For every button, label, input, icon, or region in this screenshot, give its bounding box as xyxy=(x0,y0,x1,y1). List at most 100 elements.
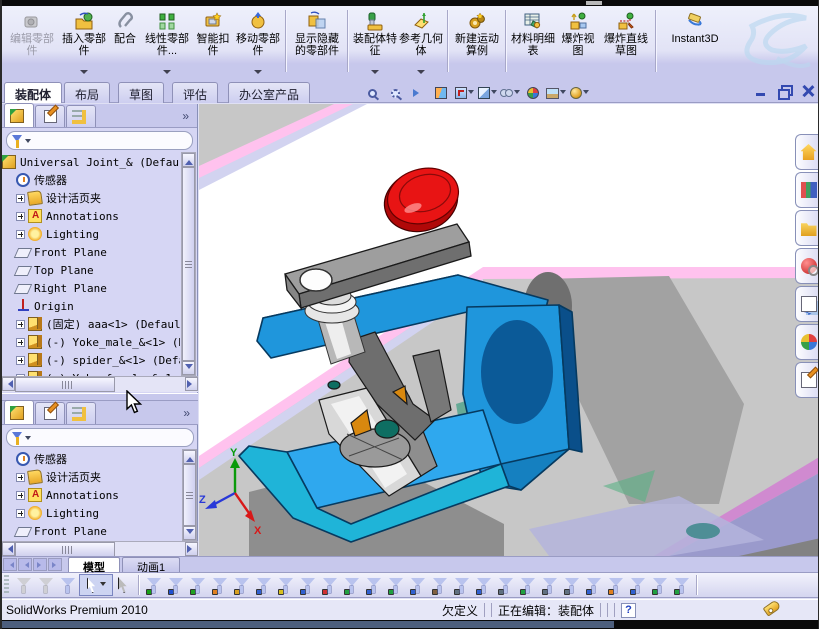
restore-button[interactable] xyxy=(778,85,793,100)
tree-item[interactable]: Lighting xyxy=(2,225,180,243)
expand-plus-box[interactable] xyxy=(16,319,25,329)
first-tab-button[interactable] xyxy=(3,558,17,571)
tab-evaluate[interactable]: 评估 xyxy=(172,82,219,103)
bill-of-materials-button[interactable]: 材料明细表 xyxy=(510,8,556,72)
instant3d-button[interactable]: Instant3D xyxy=(660,8,730,72)
scroll-left-arrow[interactable] xyxy=(2,542,15,556)
filter-sketches-icon[interactable] xyxy=(319,574,341,596)
new-motion-study-button[interactable]: 新建运动算例 xyxy=(452,8,502,72)
scroll-left-arrow[interactable] xyxy=(2,377,15,391)
tab-animation1[interactable]: 动画1 xyxy=(122,557,181,574)
previous-view-icon[interactable] xyxy=(408,84,428,102)
toggle-selection-filters-icon[interactable] xyxy=(57,574,79,596)
tab-featuremanager-2[interactable] xyxy=(4,400,34,424)
tree-horizontal-scrollbar[interactable] xyxy=(2,376,198,392)
file-explorer-icon[interactable] xyxy=(795,210,818,246)
assembly-features-button[interactable]: 装配体特征 xyxy=(352,8,398,74)
show-hidden-components-button[interactable]: 显示隐藏的零部件 xyxy=(290,8,344,72)
tree-item[interactable]: (固定) aaa<1> (Default xyxy=(2,315,180,333)
scroll-up-arrow[interactable] xyxy=(183,450,196,464)
clear-all-filters-icon[interactable] xyxy=(35,574,57,596)
tree-item[interactable]: Annotations xyxy=(2,207,180,225)
filter-axes-icon[interactable] xyxy=(253,574,275,596)
reference-geometry-button[interactable]: 参考几何体 xyxy=(398,8,444,74)
tree-item[interactable]: Front Plane xyxy=(2,243,180,261)
scroll-down-arrow[interactable] xyxy=(182,361,195,375)
next-tab-button[interactable] xyxy=(33,558,47,571)
expand-plus-box[interactable] xyxy=(16,337,25,347)
smart-fasteners-button[interactable]: 智能扣件 xyxy=(192,8,234,72)
tree-item[interactable]: Right Plane xyxy=(2,279,180,297)
filter-surface-finish-symbols-icon[interactable] xyxy=(451,574,473,596)
tree-item[interactable]: 设计活页夹 xyxy=(2,468,180,486)
tab-propertymanager-2[interactable] xyxy=(35,402,65,424)
edit-appearance-icon[interactable] xyxy=(523,84,543,102)
filter-cosmetic-threads-icon[interactable] xyxy=(583,574,605,596)
tree-item[interactable]: Origin xyxy=(2,297,180,315)
tab-office-products[interactable]: 办公室产品 xyxy=(228,82,311,103)
move-component-button[interactable]: 移动零部件 xyxy=(234,8,282,74)
filter-centerlines-icon[interactable] xyxy=(407,574,429,596)
filter-solid-bodies-icon[interactable] xyxy=(231,574,253,596)
tree-item[interactable]: Lighting xyxy=(2,504,180,522)
panel-expand-chevron-2[interactable]: » xyxy=(183,406,190,420)
expand-plus-box[interactable] xyxy=(16,472,25,482)
filter-datum-targets-icon[interactable] xyxy=(561,574,583,596)
filter-midpoints-icon[interactable] xyxy=(363,574,385,596)
filter-center-marks-icon[interactable] xyxy=(385,574,407,596)
tab-propertymanager[interactable] xyxy=(35,105,65,127)
filter-dropdown-icon[interactable] xyxy=(25,138,31,146)
tab-configurationmanager[interactable] xyxy=(66,105,96,127)
explode-line-sketch-button[interactable]: 爆炸直线草图 xyxy=(600,8,652,72)
tree-item[interactable]: (-) Yoke_male_&<1> (De xyxy=(2,333,180,351)
tree-filter-input-2[interactable] xyxy=(6,428,194,447)
filter-blocks-icon[interactable] xyxy=(605,574,627,596)
linear-component-pattern-button[interactable]: 线性零部件... xyxy=(142,8,192,74)
filter-planes-icon[interactable] xyxy=(275,574,297,596)
tree-item[interactable]: 传感器 xyxy=(2,450,180,468)
tab-layout[interactable]: 布局 xyxy=(64,82,111,103)
prev-tab-button[interactable] xyxy=(18,558,32,571)
tab-model[interactable]: 模型 xyxy=(68,557,120,574)
filter-vertices-icon[interactable] xyxy=(143,574,165,596)
magnified-selection-icon[interactable] xyxy=(113,574,135,596)
filter-geometric-tolerances-icon[interactable] xyxy=(473,574,495,596)
reference-geometry-dropdown[interactable] xyxy=(417,70,425,78)
tree2-horizontal-scrollbar[interactable] xyxy=(2,541,198,557)
edit-component-button[interactable]: 编辑零部件 xyxy=(4,8,60,72)
tree-item[interactable]: (-) spider_&<1> (Defau xyxy=(2,351,180,369)
scroll-up-arrow[interactable] xyxy=(182,153,195,167)
linear-pattern-dropdown[interactable] xyxy=(163,70,171,78)
last-tab-button[interactable] xyxy=(48,558,62,571)
scroll-thumb[interactable] xyxy=(15,542,115,557)
tag-icon[interactable] xyxy=(762,599,782,617)
assembly-features-dropdown[interactable] xyxy=(371,70,379,78)
expand-plus-box[interactable] xyxy=(16,355,25,365)
appearances-scenes-icon[interactable] xyxy=(795,324,818,360)
filter-weld-symbols-icon[interactable] xyxy=(539,574,561,596)
scroll-thumb[interactable] xyxy=(182,167,195,361)
tree-item[interactable]: Front Plane xyxy=(2,522,180,540)
tab-configurationmanager-2[interactable] xyxy=(66,402,96,424)
tree-item[interactable]: Annotations xyxy=(2,486,180,504)
expand-plus-box[interactable] xyxy=(16,193,25,203)
scroll-right-arrow[interactable] xyxy=(185,542,198,556)
minimize-button[interactable] xyxy=(755,85,768,97)
expand-plus-box[interactable] xyxy=(16,490,25,500)
apply-scene-icon[interactable] xyxy=(546,84,566,102)
panel-expand-chevron[interactable]: » xyxy=(182,109,189,123)
select-dropdown-icon[interactable] xyxy=(99,581,106,589)
view-orientation-icon[interactable] xyxy=(454,84,474,102)
tab-sketch[interactable]: 草图 xyxy=(118,82,165,103)
filter-notes-icon[interactable] xyxy=(495,574,517,596)
view-palette-icon[interactable] xyxy=(795,286,818,322)
tree2-vertical-scrollbar[interactable] xyxy=(182,449,197,541)
hide-show-items-icon[interactable] xyxy=(500,84,520,102)
filter-dropdown-icon[interactable] xyxy=(25,435,31,443)
quick-tips-help-button[interactable]: ? xyxy=(621,602,637,618)
scroll-thumb[interactable] xyxy=(183,464,196,526)
tree-item[interactable]: 传感器 xyxy=(2,171,180,189)
expand-plus-box[interactable] xyxy=(16,229,25,239)
scroll-right-arrow[interactable] xyxy=(185,377,198,391)
filter-toggle-icon[interactable] xyxy=(13,574,35,596)
